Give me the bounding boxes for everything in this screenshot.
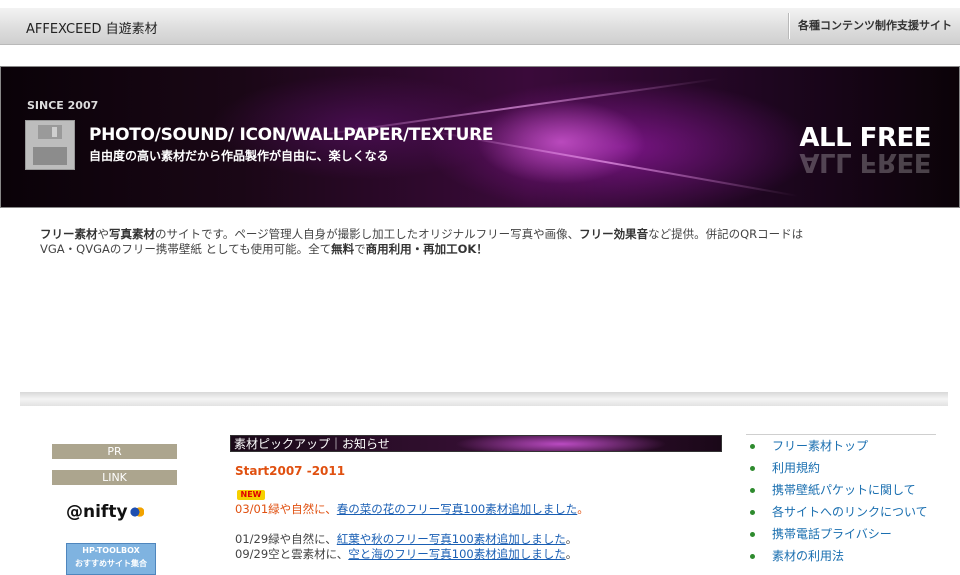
intro-text-part: や	[97, 227, 110, 241]
intro-keyword: 再加工OK！	[423, 242, 488, 256]
link-label: LINK	[52, 470, 177, 485]
nav-item-mobile-wallpaper-packet[interactable]: 携帯壁紙パケットに関して	[746, 479, 936, 501]
news-item: 09/29空と雲素材に、空と海のフリー写真100素材追加しました。	[235, 547, 577, 562]
new-badge: NEW	[237, 490, 265, 500]
intro-keyword: 無料	[331, 242, 355, 256]
banner-all-free-reflection: ALL FREE	[799, 147, 931, 177]
floppy-disk-icon	[25, 120, 75, 170]
intro-keyword: ・	[411, 242, 424, 256]
header-bar: AFFEXCEED 自遊素材 各種コンテンツ制作支援サイト	[0, 8, 960, 45]
nifty-logo-text: @nifty	[66, 502, 128, 522]
nav-item-label: 素材の利用法	[772, 549, 845, 563]
toolbox-subtitle: おすすめサイト集合	[75, 559, 147, 568]
news-tail: 。	[577, 502, 589, 516]
bullet-icon	[750, 510, 755, 515]
pr-label: PR	[52, 444, 177, 459]
bullet-icon	[750, 488, 755, 493]
intro-keyword: フリー素材	[40, 227, 98, 241]
nav-item-label: 各サイトへのリンクについて	[772, 505, 928, 519]
intro-text-part: で	[354, 242, 366, 256]
intro-keyword: フリー効果音	[579, 227, 649, 241]
nav-item-mobile-privacy[interactable]: 携帯電話プライバシー	[746, 523, 936, 545]
news-date-text: 03/01緑や自然に、	[235, 502, 337, 516]
bullet-icon	[750, 554, 755, 559]
news-date-text: 01/29緑や自然に、	[235, 532, 337, 546]
right-navigation: フリー素材トップ 利用規約 携帯壁紙パケットに関して 各サイトへのリンクについて…	[746, 434, 936, 567]
site-title[interactable]: AFFEXCEED 自遊素材	[26, 18, 158, 37]
banner-title: PHOTO/SOUND/ ICON/WALLPAPER/TEXTURE	[89, 125, 494, 145]
news-link[interactable]: 紅葉や秋のフリー写真100素材追加しました	[337, 532, 566, 546]
pickup-header: 素材ピックアップ｜お知らせ	[230, 435, 722, 452]
intro-keyword: 商用利用	[365, 242, 412, 256]
banner-subtitle: 自由度の高い素材だから作品製作が自由に、楽しくなる	[89, 149, 389, 163]
nav-item-label: 携帯電話プライバシー	[772, 527, 892, 541]
intro-text-part: のサイトです。ページ管理人自身が撮影し加工したオリジナルフリー写真や画像、	[155, 227, 580, 241]
news-item: 03/01緑や自然に、春の菜の花のフリー写真100素材追加しました。	[235, 502, 589, 517]
bullet-icon	[750, 532, 755, 537]
bullet-icon	[750, 444, 755, 449]
nav-item-terms[interactable]: 利用規約	[746, 457, 936, 479]
nav-item-label: 携帯壁紙パケットに関して	[772, 483, 916, 497]
nav-item-free-material-top[interactable]: フリー素材トップ	[746, 435, 936, 457]
nav-item-label: 利用規約	[772, 461, 821, 475]
section-divider	[20, 392, 948, 406]
nav-item-label: フリー素材トップ	[772, 439, 869, 453]
intro-text-part: など提供。併記のQRコードは	[648, 227, 804, 241]
nifty-logo-icon	[129, 506, 144, 518]
intro-keyword: 写真素材	[109, 227, 155, 241]
nav-item-link-policy[interactable]: 各サイトへのリンクについて	[746, 501, 936, 523]
nav-item-material-usage[interactable]: 素材の利用法	[746, 545, 936, 567]
intro-text-part: VGA・QVGAのフリー携帯壁紙 としても使用可能。全て	[40, 242, 332, 256]
news-tail: 。	[565, 547, 578, 561]
toolbox-title: HP-TOOLBOX	[82, 546, 140, 555]
start-label: Start2007 -2011	[235, 464, 346, 478]
site-tagline: 各種コンテンツ制作支援サイト	[789, 13, 960, 39]
news-link[interactable]: 空と海のフリー写真100素材追加しました	[348, 547, 565, 561]
news-date-text: 09/29空と雲素材に、	[235, 547, 349, 561]
banner-since: SINCE 2007	[27, 99, 99, 112]
news-tail: 。	[565, 532, 578, 546]
hp-toolbox-banner-link[interactable]: HP-TOOLBOX おすすめサイト集合	[66, 543, 156, 575]
nifty-banner-link[interactable]: @nifty	[66, 502, 144, 522]
intro-text: フリー素材や写真素材のサイトです。ページ管理人自身が撮影し加工したオリジナルフリ…	[40, 227, 860, 257]
bullet-icon	[750, 466, 755, 471]
news-item: 01/29緑や自然に、紅葉や秋のフリー写真100素材追加しました。	[235, 532, 577, 547]
news-link[interactable]: 春の菜の花のフリー写真100素材追加しました	[337, 502, 577, 516]
hero-banner: SINCE 2007 PHOTO/SOUND/ ICON/WALLPAPER/T…	[0, 66, 960, 208]
